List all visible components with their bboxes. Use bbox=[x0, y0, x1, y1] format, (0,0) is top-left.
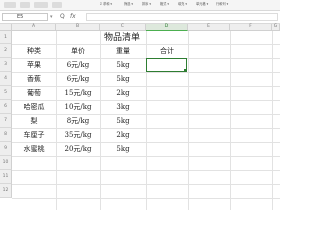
row-header-8[interactable]: 8 bbox=[0, 128, 12, 142]
cell-weight[interactable]: 5kg bbox=[100, 72, 146, 86]
cell-kind[interactable]: 车厘子 bbox=[12, 128, 56, 142]
gridline bbox=[12, 184, 280, 185]
column-header-b[interactable]: B bbox=[56, 24, 100, 31]
filter-button[interactable]: 筛选 ▾ bbox=[124, 2, 133, 7]
row-header-9[interactable]: 9 bbox=[0, 142, 12, 156]
format-button[interactable]: 格式 ▾ bbox=[160, 2, 169, 7]
sheet-title-cell[interactable]: 物品清单 bbox=[56, 33, 188, 44]
rows-columns-button[interactable]: 行和列 ▾ bbox=[216, 2, 228, 7]
row-header-2[interactable]: 2 bbox=[0, 44, 12, 58]
column-header-d[interactable]: D bbox=[146, 24, 188, 31]
column-header-c[interactable]: C bbox=[100, 24, 146, 31]
row-header-11[interactable]: 11 bbox=[0, 170, 12, 184]
cell-kind[interactable]: 苹果 bbox=[12, 58, 56, 72]
select-all-corner[interactable] bbox=[0, 24, 12, 31]
row-header-5[interactable]: 5 bbox=[0, 86, 12, 100]
row-header-4[interactable]: 4 bbox=[0, 72, 12, 86]
row-header-12[interactable]: 12 bbox=[0, 184, 12, 198]
fill-handle[interactable] bbox=[184, 69, 187, 72]
cell-price[interactable]: 8元/kg bbox=[56, 114, 100, 128]
gridline bbox=[12, 198, 280, 199]
cell-kind[interactable]: 梨 bbox=[12, 114, 56, 128]
formula-input[interactable] bbox=[86, 13, 278, 21]
row-header-1[interactable]: 1 bbox=[0, 31, 12, 44]
zoom-icon[interactable]: Q bbox=[60, 13, 65, 21]
cell-kind[interactable]: 葡萄 bbox=[12, 86, 56, 100]
selected-cell[interactable] bbox=[146, 58, 187, 72]
cell-weight[interactable]: 2kg bbox=[100, 128, 146, 142]
sum-button[interactable]: Σ 求和 ▾ bbox=[100, 2, 112, 7]
cell-weight[interactable]: 5kg bbox=[100, 58, 146, 72]
gridline bbox=[12, 170, 280, 171]
column-header-f[interactable]: F bbox=[230, 24, 272, 31]
cell-price[interactable]: 10元/kg bbox=[56, 100, 100, 114]
cell-kind[interactable]: 水蜜桃 bbox=[12, 142, 56, 156]
fill-button[interactable]: 填充 ▾ bbox=[178, 2, 187, 7]
cell-weight[interactable]: 5kg bbox=[100, 142, 146, 156]
cell-price[interactable]: 35元/kg bbox=[56, 128, 100, 142]
font-size-selector[interactable] bbox=[52, 2, 62, 8]
formula-bar: E5 ▾ Q fx bbox=[0, 11, 280, 24]
fx-icon[interactable]: fx bbox=[70, 13, 76, 21]
cell-weight[interactable]: 2kg bbox=[100, 86, 146, 100]
cell-weight[interactable]: 3kg bbox=[100, 100, 146, 114]
row-header-3[interactable]: 3 bbox=[0, 58, 12, 72]
header-cell-weight[interactable]: 重量 bbox=[100, 44, 146, 58]
sort-button[interactable]: 排序 ▾ bbox=[142, 2, 151, 7]
cell-button[interactable]: 单元格 ▾ bbox=[196, 2, 208, 7]
format-painter-button[interactable] bbox=[20, 2, 30, 8]
cell-price[interactable]: 15元/kg bbox=[56, 86, 100, 100]
paste-button[interactable] bbox=[4, 2, 16, 8]
cell-kind[interactable]: 哈密瓜 bbox=[12, 100, 56, 114]
row-header-10[interactable]: 10 bbox=[0, 156, 12, 170]
cell-weight[interactable]: 5kg bbox=[100, 114, 146, 128]
header-cell-kind[interactable]: 种类 bbox=[12, 44, 56, 58]
cell-price[interactable]: 20元/kg bbox=[56, 142, 100, 156]
column-header-a[interactable]: A bbox=[12, 24, 56, 31]
row-header-7[interactable]: 7 bbox=[0, 114, 12, 128]
header-cell-price[interactable]: 单价 bbox=[56, 44, 100, 58]
header-cell-total[interactable]: 合计 bbox=[146, 44, 188, 58]
column-header-g[interactable]: G bbox=[272, 24, 280, 31]
name-box[interactable]: E5 bbox=[2, 13, 48, 21]
chevron-down-icon[interactable]: ▾ bbox=[50, 13, 53, 21]
cell-kind[interactable]: 香蕉 bbox=[12, 72, 56, 86]
ribbon-toolbar: Σ 求和 ▾ 筛选 ▾ 排序 ▾ 格式 ▾ 填充 ▾ 单元格 ▾ 行和列 ▾ bbox=[0, 0, 280, 11]
column-header-e[interactable]: E bbox=[188, 24, 230, 31]
font-selector[interactable] bbox=[34, 2, 48, 8]
cell-price[interactable]: 6元/kg bbox=[56, 58, 100, 72]
cell-price[interactable]: 6元/kg bbox=[56, 72, 100, 86]
gridline bbox=[12, 156, 280, 157]
row-header-6[interactable]: 6 bbox=[0, 100, 12, 114]
